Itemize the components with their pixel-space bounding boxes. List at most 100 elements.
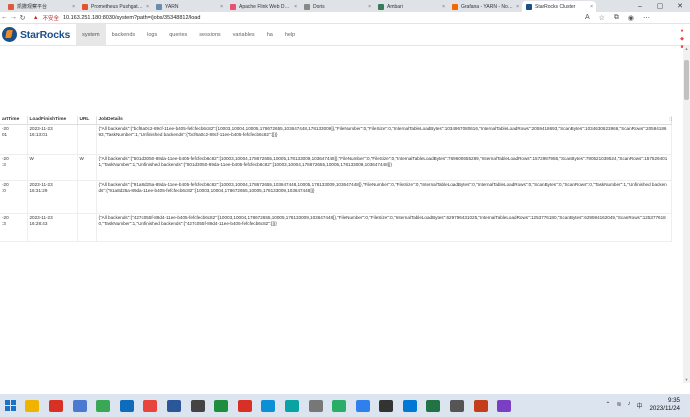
windows-taskbar: ⌃ ≋ ♪ 中 9:35 2023/11/24 (0, 394, 690, 417)
speaker-icon[interactable]: ♪ (627, 401, 630, 410)
start-menu-icon[interactable] (4, 400, 16, 411)
teal-app-icon[interactable] (284, 399, 299, 412)
chrome-icon[interactable] (143, 399, 158, 412)
menu-item-system[interactable]: system (76, 23, 106, 46)
menu-item-variables[interactable]: variables (227, 24, 261, 46)
starrocks-logo-icon (2, 27, 17, 42)
cell-finish: W (27, 154, 78, 181)
browser-tab[interactable]: StarRocks Cluster × (522, 1, 596, 12)
wifi-icon[interactable]: ≋ (616, 401, 621, 410)
minimize-button[interactable]: – (630, 0, 650, 12)
chevron-up-icon[interactable]: ⌃ (605, 401, 610, 410)
dark-app-2-icon[interactable] (379, 399, 394, 412)
column-header[interactable]: JobDetails (96, 116, 672, 125)
browser-tab[interactable]: YARN × (152, 1, 226, 12)
translate-icon[interactable]: A (585, 14, 590, 22)
jobs-table-area: ⁞⁞ artTime LoadFinishTime URL JobDetails… (0, 116, 690, 246)
menu-item-sessions[interactable]: sessions (193, 24, 226, 46)
cell-finish: 2023-11-23 16:13:01 (27, 124, 78, 155)
maximize-button[interactable]: ▢ (650, 0, 670, 12)
table-row: -20 :0 2023-11-23 16:31:29 {"All backends"… (0, 180, 672, 214)
reload-icon[interactable]: ↻ (18, 14, 27, 22)
scrollbar-thumb[interactable] (684, 60, 689, 100)
table-row: -20 :3 2023-11-23 16:28:43 {"All backends"… (0, 213, 672, 242)
menu-item-logs[interactable]: logs (141, 24, 163, 46)
menu-dots-icon[interactable]: ⋯ (643, 14, 650, 22)
browser-tab[interactable]: Apache Flink Web Dashboard× (226, 1, 300, 12)
purple-app-icon[interactable] (497, 399, 512, 412)
back-arrow-icon[interactable]: ← (0, 14, 9, 21)
profile-icon[interactable]: ◉ (628, 14, 634, 22)
dark-app-icon[interactable] (190, 399, 205, 412)
browser-tab[interactable]: 凯撒观察平台 × (4, 1, 78, 12)
close-window-button[interactable]: ✕ (670, 0, 690, 12)
bookmark-star-icon[interactable]: ☆ (599, 14, 605, 22)
starrocks-logo[interactable]: StarRocks (2, 24, 70, 46)
outlook-icon[interactable] (119, 399, 134, 412)
menu-item-help[interactable]: help (279, 24, 301, 46)
table-row: -20 01 2023-11-23 16:13:01 {"All backends"… (0, 124, 672, 155)
browser-tab[interactable]: Grafana - YARN - NodeManager× (448, 1, 522, 12)
column-resize-icon[interactable]: ⁞⁞ (669, 117, 672, 123)
tab-close-icon[interactable]: × (294, 4, 297, 10)
tab-label: Apache Flink Web Dashboard (239, 3, 291, 10)
wechat-icon[interactable] (332, 399, 347, 412)
notepad-icon[interactable] (72, 399, 87, 412)
tab-favicon-icon (452, 3, 458, 10)
red-app-icon[interactable] (237, 399, 252, 412)
forward-arrow-icon[interactable]: → (9, 14, 18, 21)
gray-app-icon[interactable] (308, 399, 323, 412)
extensions-icon[interactable]: ⧉ (614, 14, 619, 22)
tab-label: Prometheus Pushgateway (91, 3, 143, 10)
powerpoint-icon[interactable] (473, 399, 488, 412)
cell-url (77, 213, 97, 242)
vertical-scrollbar[interactable]: ▲ ▼ (683, 46, 690, 383)
url-field[interactable]: ▲ 不安全 10.163.251.180:8030/system?path=/j… (33, 13, 533, 22)
tab-favicon-icon (230, 3, 236, 10)
excel-icon[interactable] (426, 399, 441, 412)
clock-date: 2023/11/24 (649, 405, 680, 412)
app-header: StarRocks system backends logs queries sessi… (0, 23, 690, 50)
tab-close-icon[interactable]: × (220, 4, 223, 10)
word-icon[interactable] (166, 399, 181, 412)
menu-item-ha[interactable]: ha (261, 24, 279, 46)
scroll-up-icon[interactable]: ▲ (683, 46, 690, 52)
blue-app-icon[interactable] (402, 399, 417, 412)
cell-start: -20 :3 (0, 213, 28, 242)
file-explorer-icon[interactable] (25, 399, 40, 412)
edge-icon[interactable] (261, 399, 276, 412)
url-text: 10.163.251.180:8030/system?path=/jobs/35… (62, 14, 201, 21)
green-app-2-icon[interactable] (214, 399, 229, 412)
browser-tab[interactable]: Doris × (300, 1, 374, 12)
youdao-icon[interactable] (48, 399, 63, 412)
screen-app-icon[interactable] (450, 399, 465, 412)
tab-close-icon[interactable]: × (72, 4, 75, 10)
cell-start: -20 01 (0, 124, 28, 155)
tab-favicon-icon (156, 3, 162, 10)
tab-label: StarRocks Cluster (535, 3, 576, 10)
search-app-icon[interactable] (355, 399, 370, 412)
cell-url (77, 124, 97, 155)
browser-tab[interactable]: Prometheus Pushgateway× (78, 1, 152, 12)
green-app-icon[interactable] (96, 399, 111, 412)
tab-close-icon[interactable]: × (516, 4, 519, 10)
tab-close-icon[interactable]: × (368, 4, 371, 10)
tab-close-icon[interactable]: × (590, 4, 593, 10)
clock[interactable]: 9:35 2023/11/24 (649, 397, 680, 413)
tab-label: Grafana - YARN - NodeManager (461, 3, 513, 10)
tab-close-icon[interactable]: × (146, 4, 149, 10)
side-tool-icon[interactable]: ● (678, 28, 686, 34)
side-tool-icon[interactable]: ◆ (678, 36, 686, 42)
menu-item-queries[interactable]: queries (163, 24, 193, 46)
input-method-icon[interactable]: 中 (636, 401, 642, 410)
tab-label: Doris (313, 3, 325, 10)
scroll-down-icon[interactable]: ▼ (683, 377, 690, 383)
tab-label: 凯撒观察平台 (17, 4, 48, 10)
menu-item-backends[interactable]: backends (106, 24, 142, 46)
column-header[interactable]: URL (77, 116, 97, 125)
browser-tab[interactable]: Ambari × (374, 1, 448, 12)
tab-close-icon[interactable]: × (442, 4, 445, 10)
logo-text: StarRocks (20, 28, 71, 41)
column-header[interactable]: LoadFinishTime (27, 116, 78, 125)
column-header[interactable]: artTime (0, 116, 28, 125)
